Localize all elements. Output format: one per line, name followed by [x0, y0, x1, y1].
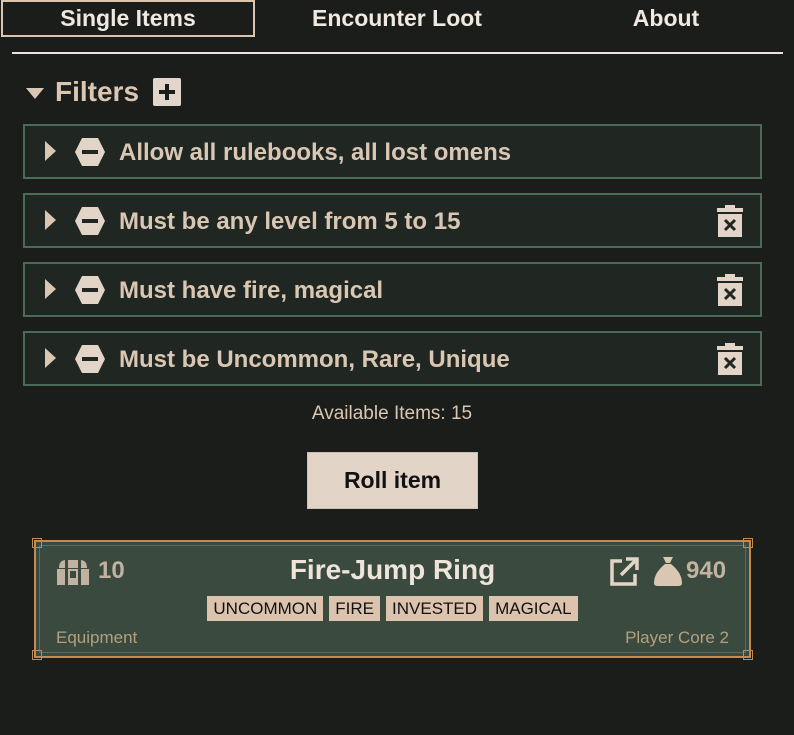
expand-filter-icon[interactable]: [45, 279, 56, 299]
plus-icon: [159, 84, 176, 100]
corner-ornament-icon: [743, 538, 753, 548]
collapse-filters-icon[interactable]: [26, 88, 44, 99]
item-category: Equipment: [56, 628, 138, 647]
expand-filter-icon[interactable]: [45, 348, 56, 368]
filters-title: Filters: [55, 76, 140, 107]
tab-divider: [12, 52, 783, 54]
hexagon-minus-icon[interactable]: [74, 275, 106, 305]
add-filter-button[interactable]: [153, 78, 182, 106]
corner-ornament-icon: [32, 538, 42, 548]
expand-filter-icon[interactable]: [45, 210, 56, 230]
coin-bag-icon: [654, 557, 682, 586]
filter-label: Allow all rulebooks, all lost omens: [119, 139, 512, 166]
tab-about[interactable]: About: [540, 0, 792, 37]
trash-icon[interactable]: [716, 274, 744, 306]
trait-list: UNCOMMON FIRE INVESTED MAGICAL: [36, 596, 749, 621]
trash-icon[interactable]: [716, 343, 744, 375]
item-price: 940: [686, 557, 727, 584]
hexagon-minus-icon[interactable]: [74, 137, 106, 167]
filter-row-level[interactable]: Must be any level from 5 to 15: [23, 193, 762, 248]
expand-filter-icon[interactable]: [45, 141, 56, 161]
corner-ornament-icon: [32, 650, 42, 660]
item-name: Fire-Jump Ring: [289, 554, 496, 585]
filter-row-rulebooks[interactable]: Allow all rulebooks, all lost omens: [23, 124, 762, 179]
tab-bar: Single Items Encounter Loot About: [0, 0, 794, 38]
filter-label: Must have fire, magical: [119, 277, 384, 304]
trait-badge[interactable]: FIRE: [329, 596, 381, 621]
trash-icon[interactable]: [716, 205, 744, 237]
filter-row-rarity[interactable]: Must be Uncommon, Rare, Unique: [23, 331, 762, 386]
tab-single-items[interactable]: Single Items: [1, 0, 255, 37]
trait-badge[interactable]: UNCOMMON: [207, 596, 324, 621]
hexagon-minus-icon[interactable]: [74, 206, 106, 236]
trait-badge[interactable]: MAGICAL: [489, 596, 578, 621]
filter-label: Must be any level from 5 to 15: [119, 208, 461, 235]
roll-item-button[interactable]: Roll item: [307, 452, 478, 509]
filter-row-traits[interactable]: Must have fire, magical: [23, 262, 762, 317]
filter-label: Must be Uncommon, Rare, Unique: [119, 346, 510, 373]
available-items-count: Available Items: 15: [311, 403, 473, 424]
item-card: 10 Fire-Jump Ring 940 UNCOMMON FIRE INVE…: [32, 538, 753, 660]
external-link-icon[interactable]: [608, 556, 640, 588]
tab-encounter-loot[interactable]: Encounter Loot: [266, 0, 528, 37]
corner-ornament-icon: [743, 650, 753, 660]
hexagon-minus-icon[interactable]: [74, 344, 106, 374]
filters-header: Filters: [26, 74, 182, 110]
trait-badge[interactable]: INVESTED: [386, 596, 484, 621]
item-source: Player Core 2: [625, 628, 729, 647]
